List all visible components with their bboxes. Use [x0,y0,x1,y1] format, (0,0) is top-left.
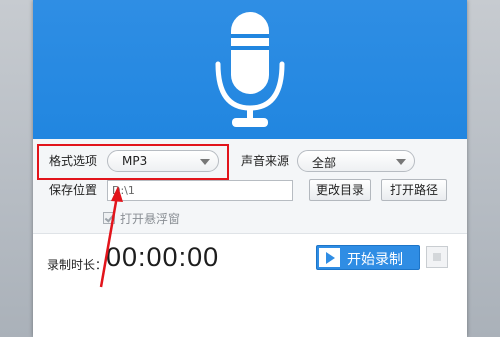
annotation-arrow [99,186,123,288]
